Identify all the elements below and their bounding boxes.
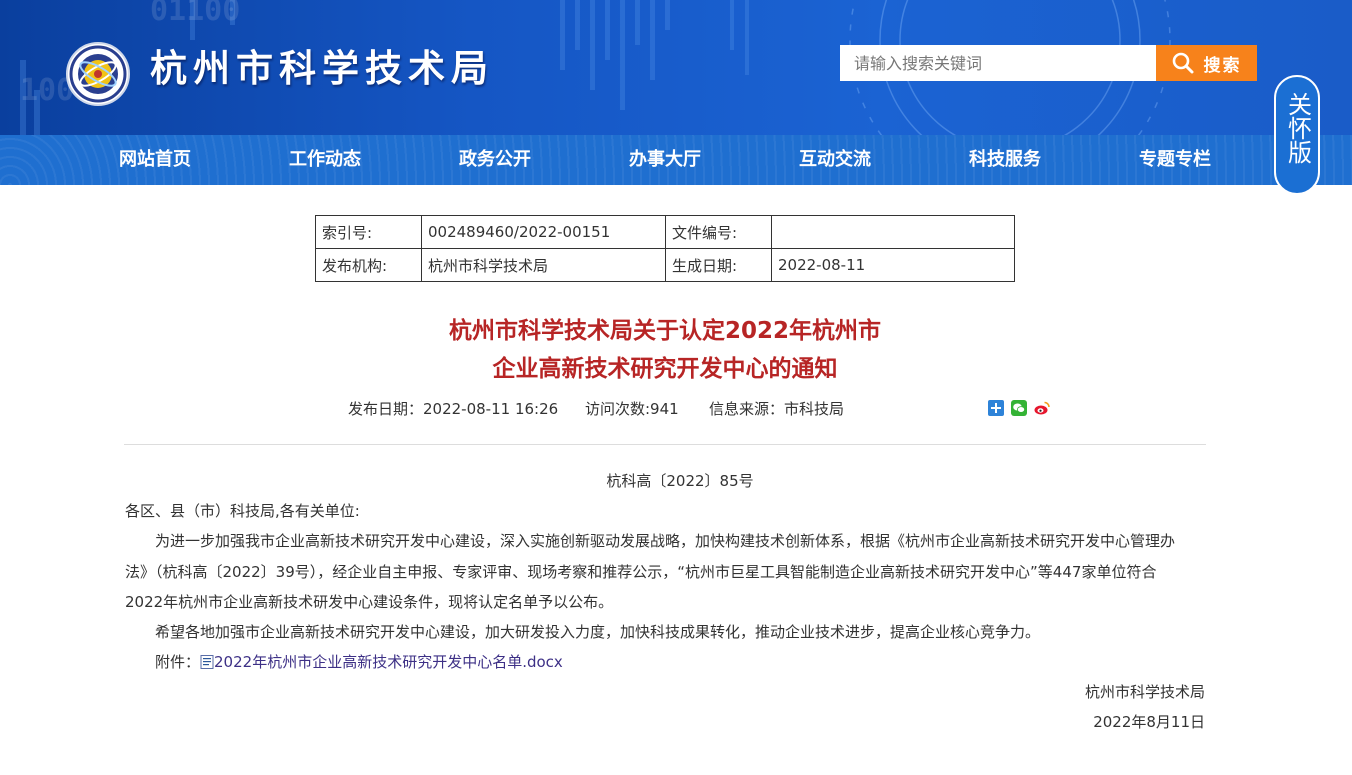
paragraph-1-line-2: 法》（杭科高〔2022〕39号），经企业自主申报、专家评审、现场考察和推荐公示，… xyxy=(125,563,1157,581)
info-source: 信息来源：市科技局 xyxy=(709,400,845,418)
table-row: 索引号: 002489460/2022-00151 文件编号: xyxy=(315,215,1015,249)
share-plus-icon[interactable] xyxy=(988,400,1004,416)
table-row: 发布机构: 杭州市科学技术局 生成日期: 2022-08-11 xyxy=(315,248,1015,282)
attachment-link[interactable]: 2022年杭州市企业高新技术研究开发中心名单.docx xyxy=(214,653,563,671)
nav-item-tech-service[interactable]: 科技服务 xyxy=(930,135,1080,185)
index-label: 索引号: xyxy=(315,215,422,249)
sign-date: 2022年8月11日 xyxy=(1093,713,1205,731)
weibo-icon[interactable] xyxy=(1034,400,1050,416)
visit-count: 访问次数:941 xyxy=(585,400,679,418)
docno-value xyxy=(771,215,1015,249)
docno-label: 文件编号: xyxy=(665,215,772,249)
date-label: 生成日期: xyxy=(665,248,772,282)
search-button-label: 搜索 xyxy=(1203,55,1242,76)
nav-item-work-news[interactable]: 工作动态 xyxy=(250,135,400,185)
attachment-row: 附件： 2022年杭州市企业高新技术研究开发中心名单.docx xyxy=(125,651,1205,673)
paragraph-2: 希望各地加强市企业高新技术研究开发中心建设，加大研发投入力度，加快科技成果转化，… xyxy=(155,623,1041,641)
site-header: 100 01100 杭州市科学技术局 搜索 xyxy=(0,0,1352,135)
index-value: 002489460/2022-00151 xyxy=(421,215,666,249)
docx-file-icon xyxy=(200,655,214,669)
attachment-label: 附件： xyxy=(155,653,201,671)
nav-item-gov-affairs[interactable]: 政务公开 xyxy=(420,135,570,185)
search-icon xyxy=(1172,52,1193,74)
search-button[interactable]: 搜索 xyxy=(1156,45,1257,81)
signature: 杭州市科学技术局 xyxy=(1084,683,1205,701)
wechat-icon[interactable] xyxy=(1011,400,1027,416)
nav-item-home[interactable]: 网站首页 xyxy=(80,135,230,185)
meta-divider xyxy=(124,444,1206,445)
nav-item-interaction[interactable]: 互动交流 xyxy=(760,135,910,185)
paragraph-1-line-3: 2022年杭州市企业高新技术研发中心建设条件，现将认定名单予以公布。 xyxy=(125,593,614,611)
document-number: 杭科高〔2022〕85号 xyxy=(606,472,754,490)
date-value: 2022-08-11 xyxy=(771,248,1015,282)
article-title-line1: 杭州市科学技术局关于认定2022年杭州市 xyxy=(448,318,881,344)
document-info-table: 索引号: 002489460/2022-00151 文件编号: 发布机构: 杭州… xyxy=(315,215,1015,282)
publish-date: 发布日期：2022-08-11 16:26 xyxy=(348,400,559,418)
site-title: 杭州市科学技术局 xyxy=(150,47,494,90)
paragraph-1-line-1: 为进一步加强我市企业高新技术研究开发中心建设，深入实施创新驱动发展战略，加快构建… xyxy=(155,532,1176,550)
org-label: 发布机构: xyxy=(315,248,422,282)
svg-text:01100: 01100 xyxy=(150,0,240,28)
search-input[interactable] xyxy=(840,45,1156,81)
site-logo-icon[interactable] xyxy=(66,42,130,106)
main-nav: 网站首页 工作动态 政务公开 办事大厅 互动交流 科技服务 专题专栏 xyxy=(0,135,1352,185)
org-value: 杭州市科学技术局 xyxy=(421,248,666,282)
care-mode-button[interactable]: 关怀版 xyxy=(1274,75,1320,195)
article-title-line2: 企业高新技术研究开发中心的通知 xyxy=(492,356,838,382)
salutation: 各区、县（市）科技局,各有关单位: xyxy=(125,502,360,520)
nav-item-service-hall[interactable]: 办事大厅 xyxy=(590,135,740,185)
nav-item-special-topics[interactable]: 专题专栏 xyxy=(1100,135,1250,185)
